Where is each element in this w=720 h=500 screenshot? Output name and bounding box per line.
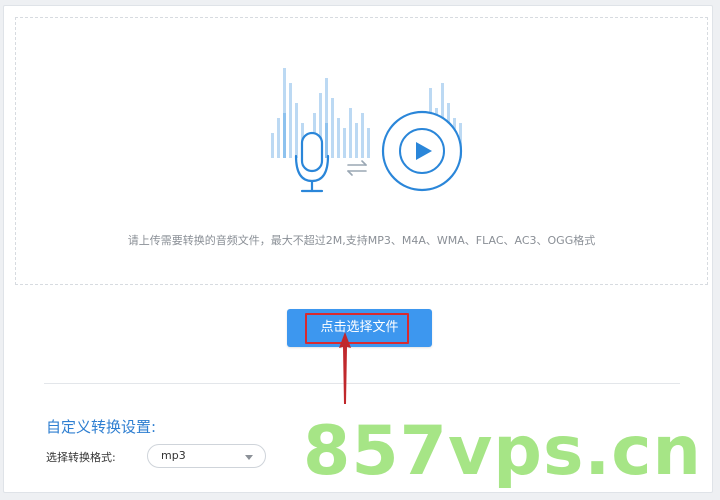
watermark: 857vps.cn <box>303 412 702 491</box>
upload-dropzone[interactable]: 请上传需要转换的音频文件，最大不超过2M,支持MP3、M4A、WMA、FLAC、… <box>15 17 708 285</box>
format-select-value: mp3 <box>161 449 186 462</box>
dropdown-caret-icon <box>245 455 253 460</box>
format-select[interactable]: mp3 <box>147 444 266 468</box>
format-label: 选择转换格式: <box>46 451 116 464</box>
section-divider <box>44 383 680 384</box>
audio-illustration <box>271 68 463 193</box>
play-disc-icon <box>381 110 463 192</box>
swap-arrows-icon <box>347 160 367 176</box>
microphone-icon <box>294 131 330 193</box>
choose-file-button-label: 点击选择文件 <box>320 320 399 335</box>
settings-title: 自定义转换设置: <box>46 418 157 436</box>
choose-file-button[interactable]: 点击选择文件 <box>287 309 432 347</box>
upload-hint: 请上传需要转换的音频文件，最大不超过2M,支持MP3、M4A、WMA、FLAC、… <box>127 234 596 247</box>
